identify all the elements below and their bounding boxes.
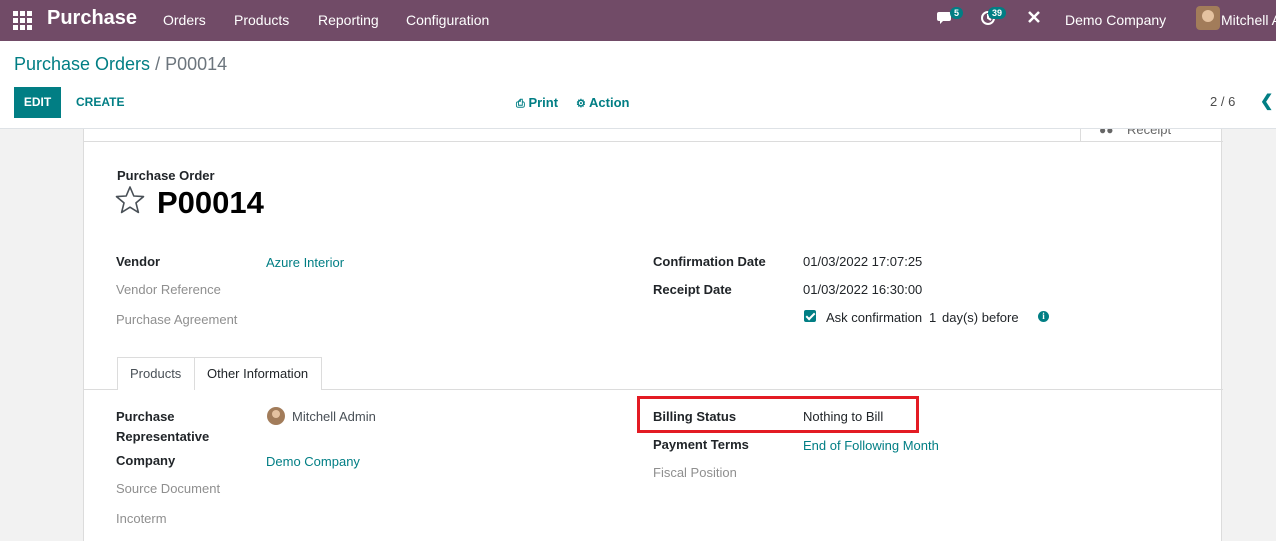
form-sheet: ●● Receipt Purchase Order P00014 Vendor … bbox=[83, 129, 1223, 541]
breadcrumb-separator: / bbox=[155, 54, 161, 74]
ask-confirmation-label: Ask confirmation bbox=[826, 310, 923, 325]
fiscal-position-label: Fiscal Position bbox=[653, 465, 737, 480]
incoterm-label: Incoterm bbox=[116, 511, 167, 526]
pager-value[interactable]: 2 / 6 bbox=[1210, 94, 1235, 109]
apps-menu-icon[interactable] bbox=[13, 11, 32, 30]
payment-terms-field[interactable]: End of Following Month bbox=[803, 438, 939, 453]
top-navbar: Purchase Orders Products Reporting Confi… bbox=[0, 0, 1276, 41]
receipt-date-field: 01/03/2022 16:30:00 bbox=[803, 282, 923, 297]
company-label: Company bbox=[116, 453, 176, 468]
payment-terms-label: Payment Terms bbox=[653, 437, 749, 452]
pager-previous-icon[interactable]: ❮ bbox=[1260, 91, 1273, 111]
action-button[interactable]: ⚙ Action bbox=[576, 87, 629, 118]
vendor-field[interactable]: Azure Interior bbox=[266, 255, 344, 270]
star-icon[interactable] bbox=[115, 185, 145, 215]
purchase-representative-label-line2: Representative bbox=[116, 429, 210, 444]
receipt-smart-button[interactable]: ●● Receipt bbox=[1080, 129, 1223, 141]
print-icon: ⎙ bbox=[516, 98, 525, 110]
divider bbox=[84, 141, 1223, 142]
vendor-label: Vendor bbox=[116, 254, 161, 269]
messages-badge: 5 bbox=[950, 7, 964, 19]
document-name: P00014 bbox=[157, 185, 264, 220]
billing-status-highlight bbox=[637, 396, 919, 433]
menu-reporting[interactable]: Reporting bbox=[318, 12, 379, 28]
confirmation-date-label: Confirmation Date bbox=[653, 254, 766, 269]
purchase-representative-label-line1: Purchase bbox=[116, 409, 175, 424]
print-button[interactable]: ⎙ Print bbox=[516, 87, 558, 118]
ask-confirmation-checkbox[interactable] bbox=[804, 310, 816, 322]
breadcrumb-current: P00014 bbox=[165, 54, 228, 74]
confirmation-date-field: 01/03/2022 17:07:25 bbox=[803, 254, 923, 269]
company-switcher[interactable]: Demo Company bbox=[1065, 12, 1166, 28]
purchase-agreement-label: Purchase Agreement bbox=[116, 312, 238, 327]
menu-configuration[interactable]: Configuration bbox=[406, 12, 489, 28]
gear-icon: ⚙ bbox=[576, 98, 586, 110]
breadcrumb-parent[interactable]: Purchase Orders bbox=[14, 54, 150, 74]
activities-badge: 39 bbox=[988, 7, 1007, 19]
action-label: Action bbox=[589, 95, 630, 110]
document-type-label: Purchase Order bbox=[117, 168, 215, 183]
truck-icon: ●● bbox=[1099, 129, 1114, 137]
vendor-reference-label: Vendor Reference bbox=[116, 282, 221, 297]
debug-tools-icon[interactable] bbox=[1027, 10, 1041, 28]
app-title[interactable]: Purchase bbox=[47, 7, 137, 30]
source-document-label: Source Document bbox=[116, 481, 221, 496]
tab-other-information[interactable]: Other Information bbox=[194, 357, 322, 390]
info-icon[interactable]: i bbox=[1038, 311, 1049, 322]
breadcrumb: Purchase Orders / P00014 bbox=[14, 54, 227, 75]
edit-button[interactable]: EDIT bbox=[14, 87, 61, 118]
receipt-label: Receipt bbox=[1127, 129, 1172, 137]
ask-confirmation-days[interactable]: 1 bbox=[929, 310, 936, 325]
receipt-date-label: Receipt Date bbox=[653, 282, 732, 297]
purchase-representative-field[interactable]: Mitchell Admin bbox=[292, 409, 376, 424]
user-menu[interactable]: Mitchell A bbox=[1221, 12, 1276, 28]
print-label: Print bbox=[528, 95, 559, 110]
menu-orders[interactable]: Orders bbox=[163, 12, 206, 28]
create-button[interactable]: CREATE bbox=[76, 87, 124, 118]
representative-avatar bbox=[267, 407, 285, 425]
menu-products[interactable]: Products bbox=[234, 12, 289, 28]
company-field[interactable]: Demo Company bbox=[266, 454, 360, 469]
tab-products[interactable]: Products bbox=[117, 357, 195, 390]
ask-confirmation-suffix: day(s) before bbox=[942, 310, 1019, 325]
user-avatar[interactable] bbox=[1196, 6, 1220, 30]
control-panel: Purchase Orders / P00014 EDIT CREATE ⎙ P… bbox=[0, 41, 1276, 129]
